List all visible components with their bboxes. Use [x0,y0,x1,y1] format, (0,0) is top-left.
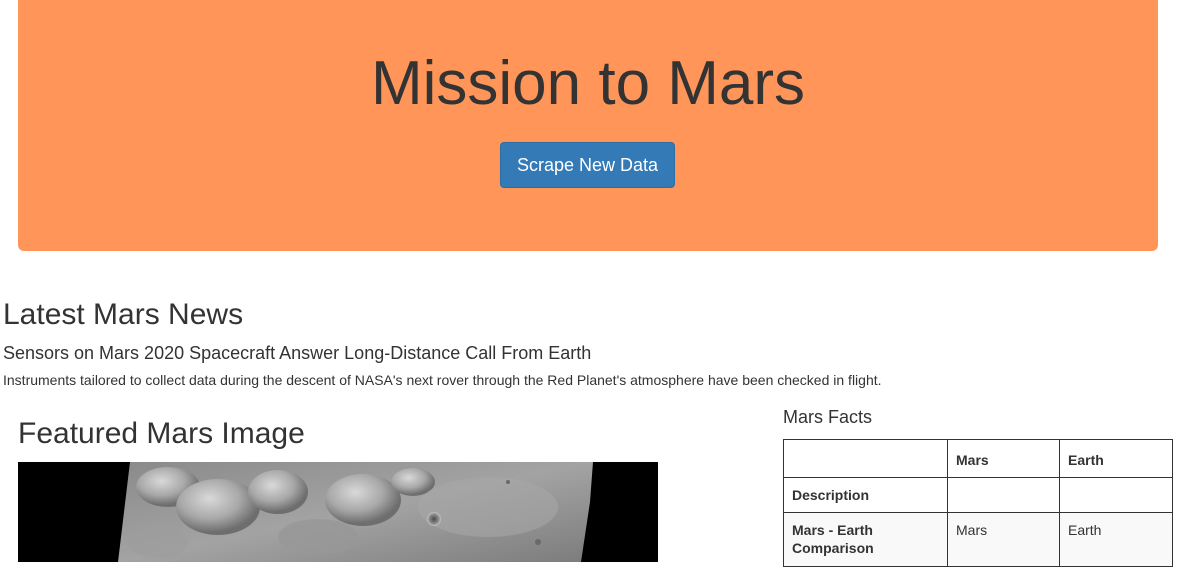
scrape-new-data-button[interactable]: Scrape New Data [500,142,675,188]
table-header-cell [783,439,948,478]
table-row: Mars - Earth Comparison Mars Earth [783,512,1173,567]
news-title: Sensors on Mars 2020 Spacecraft Answer L… [3,343,592,363]
featured-image-heading: Featured Mars Image [18,417,305,450]
news-teaser: Instruments tailored to collect data dur… [3,372,882,388]
latest-news-heading: Latest Mars News [3,298,244,331]
mars-facts-heading: Mars Facts [783,407,873,427]
table-header-cell: Mars [947,439,1060,478]
table-cell-earth: Earth [1059,512,1173,567]
featured-mars-image [18,462,658,562]
table-cell-mars [947,476,1060,514]
header-jumbotron: Mission to Mars Scrape New Data [18,0,1158,251]
mars-surface-picture [18,462,658,562]
mars-facts-table: Mars Earth Description Mars - Earth Comp… [783,439,1173,567]
table-row-label: Description [783,476,948,514]
table-header-row: Mars Earth [783,439,1173,478]
table-row: Description [783,476,1173,514]
table-cell-earth [1059,476,1173,514]
page-title: Mission to Mars [370,49,806,118]
table-cell-mars: Mars [947,512,1060,567]
table-row-label: Mars - Earth Comparison [783,512,948,567]
table-header-cell: Earth [1059,439,1173,478]
